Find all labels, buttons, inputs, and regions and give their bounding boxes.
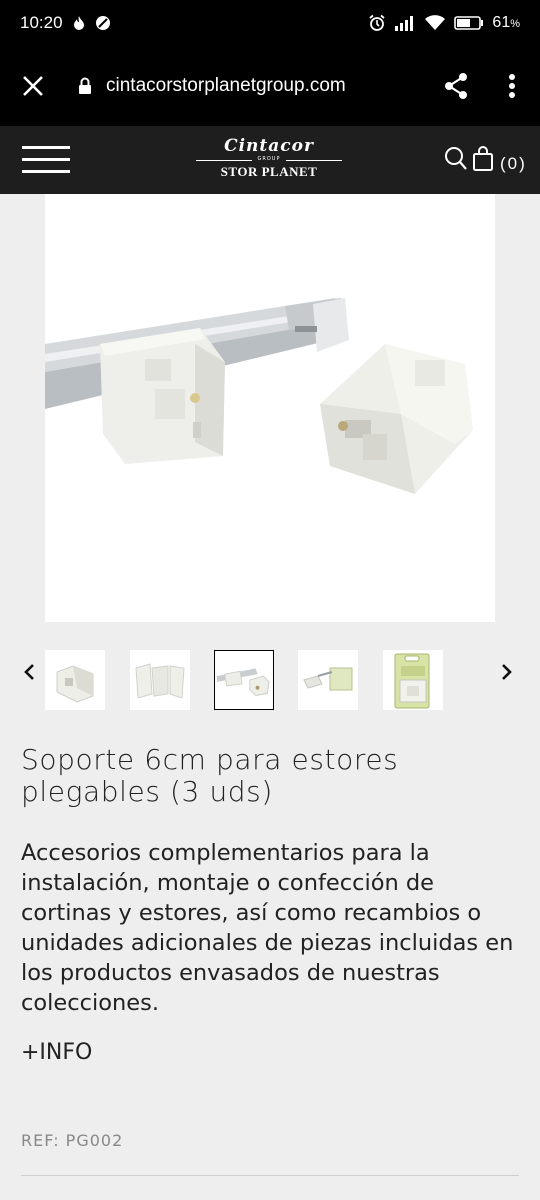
thumbnail-1[interactable] — [45, 650, 105, 710]
thumbnail-image — [135, 663, 185, 699]
search-icon — [445, 147, 467, 170]
status-bar: 10:20 61% — [0, 0, 540, 46]
chevron-right-icon — [502, 664, 512, 680]
product-description: Accesorios complementarios para la insta… — [21, 840, 514, 1016]
thumbnail-image — [216, 668, 270, 696]
battery-icon — [454, 15, 484, 31]
close-icon — [23, 76, 43, 96]
more-info-link[interactable]: +INFO — [21, 1040, 92, 1065]
close-tab-button[interactable] — [0, 46, 66, 126]
thumbnail-4[interactable] — [298, 650, 358, 710]
circle-slash-icon — [95, 15, 111, 31]
site-logo[interactable]: Cintacor GROUP STOR PLANET — [196, 136, 342, 186]
alarm-icon — [368, 14, 386, 32]
logo-sub: STOR PLANET — [220, 164, 318, 179]
cart-icon — [473, 146, 493, 171]
logo-group: GROUP — [257, 156, 281, 162]
lock-icon — [74, 77, 96, 95]
thumbnail-image — [394, 653, 430, 709]
more-vert-icon — [509, 74, 515, 98]
logo-brand: Cintacor — [224, 136, 314, 156]
thumbnail-image — [303, 667, 353, 691]
cart-button[interactable] — [472, 146, 496, 176]
flame-icon — [71, 15, 87, 31]
status-time: 10:20 — [20, 13, 63, 32]
menu-button[interactable] — [22, 144, 70, 176]
battery-percent: 61 — [492, 14, 511, 31]
product-title: Soporte 6cm para estores plegables (3 ud… — [21, 743, 399, 808]
product-main-image[interactable] — [45, 194, 495, 622]
more-options-button[interactable] — [484, 46, 540, 126]
share-button[interactable] — [428, 46, 484, 126]
product-ref: REF: PG002 — [21, 1131, 124, 1150]
divider — [21, 1175, 519, 1176]
thumbnail-image — [56, 665, 94, 703]
thumbnail-5[interactable] — [383, 650, 443, 710]
url-field[interactable]: cintacorstorplanetgroup.com — [106, 75, 428, 97]
thumbnail-3[interactable] — [214, 650, 274, 710]
signal-icon — [394, 15, 416, 31]
chevron-left-icon — [24, 664, 34, 680]
battery-unit: % — [510, 18, 520, 30]
cart-count: (0) — [500, 154, 527, 173]
browser-toolbar: cintacorstorplanetgroup.com — [0, 46, 540, 126]
thumbnail-2[interactable] — [130, 650, 190, 710]
product-photo — [45, 298, 473, 494]
share-icon — [445, 73, 467, 99]
carousel-next-button[interactable] — [497, 660, 517, 684]
search-button[interactable] — [444, 146, 468, 176]
carousel-prev-button[interactable] — [19, 660, 39, 684]
wifi-icon — [424, 15, 446, 31]
menu-icon — [22, 146, 70, 149]
